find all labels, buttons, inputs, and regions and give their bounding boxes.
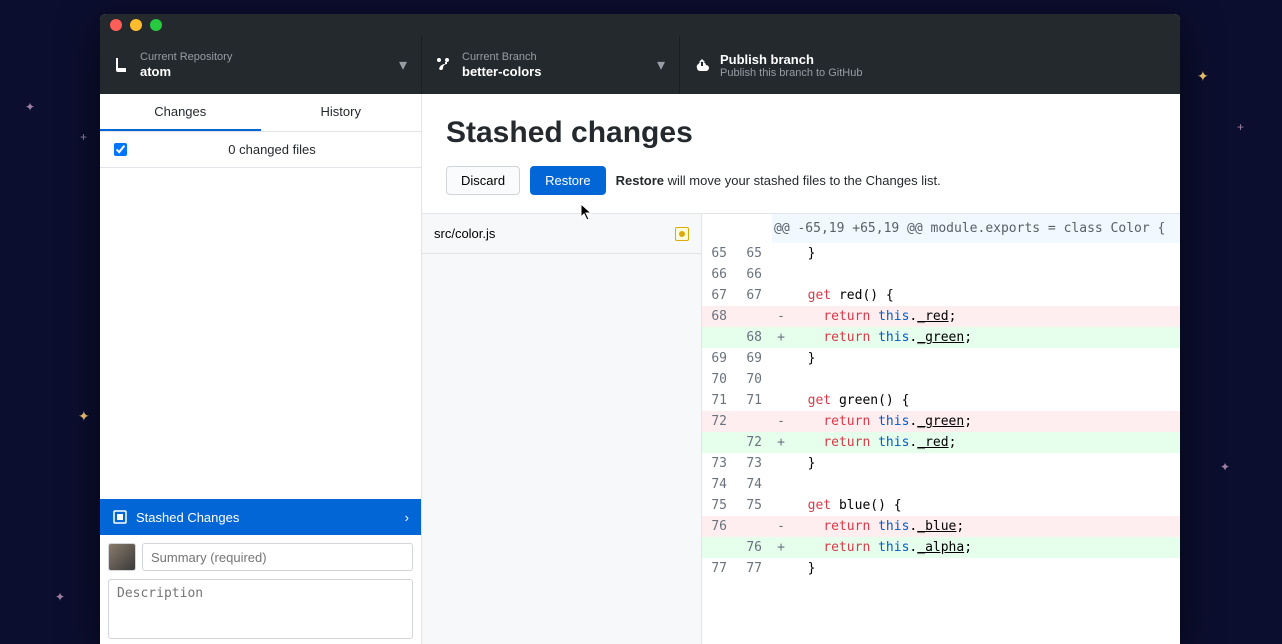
stash-icon (112, 509, 128, 525)
cloud-upload-icon (694, 57, 710, 73)
changes-header: 0 changed files (100, 132, 421, 168)
commit-description-input[interactable] (108, 579, 413, 639)
page-title: Stashed changes (446, 116, 1156, 150)
repository-selector[interactable]: Current Repository atom ▾ (100, 36, 422, 94)
star-icon: + (80, 130, 87, 144)
chevron-right-icon: › (405, 510, 409, 525)
branch-label: Current Branch (462, 51, 541, 63)
diff-line: 68- return this._red; (702, 306, 1180, 327)
publish-subtitle: Publish this branch to GitHub (720, 67, 862, 79)
repo-icon (114, 57, 130, 73)
diff-line: 7373 } (702, 453, 1180, 474)
sparkle-icon: ✦ (78, 408, 90, 425)
publish-title: Publish branch (720, 52, 862, 67)
tab-changes[interactable]: Changes (100, 94, 261, 131)
diff-line: 6767 get red() { (702, 285, 1180, 306)
sparkle-icon: ✦ (1197, 68, 1209, 85)
stashed-file-item[interactable]: src/color.js (422, 214, 701, 254)
maximize-window-icon[interactable] (150, 19, 162, 31)
star-icon: ✦ (1220, 460, 1230, 474)
star-icon: ✦ (25, 100, 35, 114)
discard-button[interactable]: Discard (446, 166, 520, 195)
branch-value: better-colors (462, 64, 541, 79)
close-window-icon[interactable] (110, 19, 122, 31)
diff-view[interactable]: @@ -65,19 +65,19 @@ module.exports = cla… (702, 214, 1180, 644)
diff-line: 76- return this._blue; (702, 516, 1180, 537)
branch-icon (436, 57, 452, 73)
select-all-checkbox[interactable] (114, 143, 127, 156)
modified-badge-icon (675, 227, 689, 241)
tab-history[interactable]: History (261, 94, 422, 131)
changes-list (100, 168, 421, 499)
publish-branch[interactable]: Publish branch Publish this branch to Gi… (680, 36, 1180, 94)
app-window: Current Repository atom ▾ Current Branch… (100, 14, 1180, 644)
chevron-down-icon: ▾ (399, 55, 407, 75)
diff-line: 7777 } (702, 558, 1180, 579)
diff-line: 6969 } (702, 348, 1180, 369)
commit-form (100, 535, 421, 644)
content: Stashed changes Discard Restore Restore … (422, 94, 1180, 644)
repo-value: atom (140, 64, 232, 79)
toolbar: Current Repository atom ▾ Current Branch… (100, 36, 1180, 94)
diff-line: 7070 (702, 369, 1180, 390)
diff-line: 7474 (702, 474, 1180, 495)
star-icon: + (1237, 120, 1244, 134)
avatar (108, 543, 136, 571)
diff-line: 72+ return this._red; (702, 432, 1180, 453)
branch-selector[interactable]: Current Branch better-colors ▾ (422, 36, 680, 94)
commit-summary-input[interactable] (142, 543, 413, 571)
stashed-changes-bar[interactable]: Stashed Changes › (100, 499, 421, 535)
diff-line: 76+ return this._alpha; (702, 537, 1180, 558)
star-icon: ✦ (55, 590, 65, 604)
diff-line: 72- return this._green; (702, 411, 1180, 432)
sidebar-tabs: Changes History (100, 94, 421, 132)
diff-line: 7171 get green() { (702, 390, 1180, 411)
chevron-down-icon: ▾ (657, 55, 665, 75)
diff-line: 68+ return this._green; (702, 327, 1180, 348)
file-path: src/color.js (434, 226, 495, 241)
minimize-window-icon[interactable] (130, 19, 142, 31)
diff-line: 6565 } (702, 243, 1180, 264)
hunk-header: @@ -65,19 +65,19 @@ module.exports = cla… (772, 214, 1180, 243)
diff-line: 7575 get blue() { (702, 495, 1180, 516)
changes-count: 0 changed files (137, 142, 407, 157)
restore-button[interactable]: Restore (530, 166, 606, 195)
diff-line: 6666 (702, 264, 1180, 285)
window-titlebar[interactable] (100, 14, 1180, 36)
sidebar: Changes History 0 changed files Stashed … (100, 94, 422, 644)
restore-hint: Restore will move your stashed files to … (616, 173, 941, 188)
stashed-changes-label: Stashed Changes (136, 510, 239, 525)
stashed-file-list: src/color.js (422, 214, 702, 644)
repo-label: Current Repository (140, 51, 232, 63)
